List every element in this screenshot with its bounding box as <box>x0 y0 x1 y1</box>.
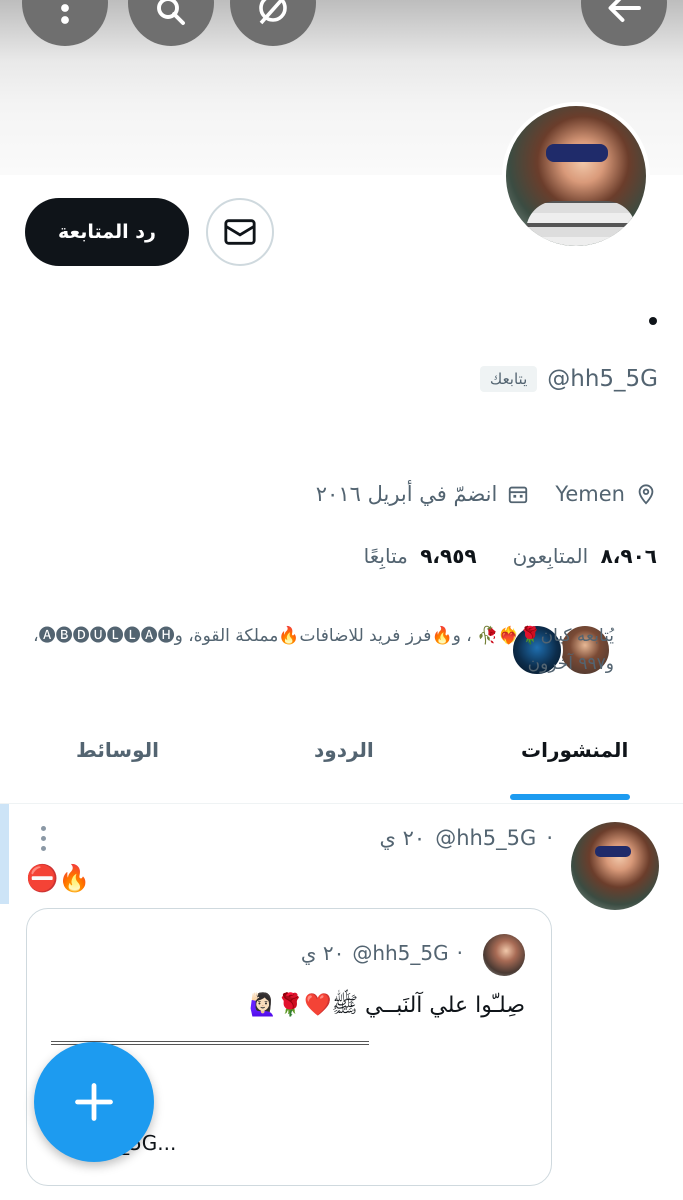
follow-back-button[interactable]: رد المتابعة <box>25 198 189 266</box>
more-button[interactable] <box>22 0 108 46</box>
profile-handle: @hh5_5G <box>547 366 658 392</box>
location-pin-icon <box>638 484 654 505</box>
quote-avatar <box>483 934 525 976</box>
following-count: ٩،٩٥٩ <box>420 544 477 568</box>
tab-replies[interactable]: الردود <box>314 738 374 762</box>
display-name <box>649 317 657 325</box>
profile-meta: Yemen انضمّ في أبريل ٢٠١٦ <box>298 482 657 506</box>
following-link[interactable]: ٩،٩٥٩ متابِعًا <box>364 544 477 568</box>
location: Yemen <box>555 482 657 506</box>
tweet-time[interactable]: ٢٠ ي <box>380 826 426 850</box>
quote-separator: · <box>456 941 463 965</box>
plus-icon <box>75 1083 113 1121</box>
tweet-header: · @hh5_5G ٢٠ ي <box>380 826 554 850</box>
tweet-avatar[interactable] <box>571 822 659 910</box>
tweet-handle[interactable]: @hh5_5G <box>435 826 536 850</box>
more-icon <box>61 4 69 24</box>
grok-icon <box>259 0 287 25</box>
location-text: Yemen <box>555 482 625 506</box>
tab-posts[interactable]: المنشورات <box>521 738 628 762</box>
tweet-text: ⛔🔥 <box>26 864 91 894</box>
followers-link[interactable]: ٨،٩٠٦ المتابِعون <box>513 544 657 568</box>
search-icon <box>157 0 185 25</box>
followers-count: ٨،٩٠٦ <box>600 544 657 568</box>
calendar-icon <box>509 486 528 504</box>
quote-time: ٢٠ ي <box>300 941 345 965</box>
avatar-shirt <box>526 201 636 246</box>
thread-accent-bar <box>0 804 9 904</box>
grok-button[interactable] <box>230 0 316 46</box>
back-button[interactable] <box>581 0 667 46</box>
envelope-icon <box>224 219 256 245</box>
profile-avatar[interactable] <box>502 102 650 250</box>
tab-media[interactable]: الوسائط <box>76 738 159 762</box>
more-icon <box>40 826 46 831</box>
profile-tabs: المنشورات الردود الوسائط <box>0 708 683 804</box>
followers-label: المتابِعون <box>512 544 589 568</box>
avatar-glasses <box>546 144 608 162</box>
avatar-glasses <box>595 846 631 857</box>
search-button[interactable] <box>128 0 214 46</box>
tweet-more-button[interactable] <box>38 826 48 856</box>
following-label: متابِعًا <box>363 544 408 568</box>
compose-button[interactable] <box>34 1042 154 1162</box>
join-date: انضمّ في أبريل ٢٠١٦ <box>316 482 530 506</box>
follow-counts: ٨،٩٠٦ المتابِعون ٩،٩٥٩ متابِعًا <box>364 544 657 568</box>
active-tab-indicator <box>510 794 630 800</box>
tweet-separator: · <box>546 826 553 850</box>
join-date-text: انضمّ في أبريل ٢٠١٦ <box>315 482 498 506</box>
followed-by-text[interactable]: يُتابعه كيان🌹❤️‍🔥🥀 ، و🔥فرز فريد للاضافات… <box>18 622 614 678</box>
follows-you-badge: يتابعك <box>479 366 538 392</box>
quote-text: صِلـّوا علي آلنَبــي ﷺ❤️🌹🙋🏻‍♀️ <box>249 993 525 1018</box>
message-button[interactable] <box>206 198 274 266</box>
quote-handle: @hh5_5G <box>352 941 449 965</box>
handle-row: @hh5_5G يتابعك <box>479 366 658 392</box>
back-arrow-icon <box>608 0 641 22</box>
quote-header: · @hh5_5G ٢٠ ي <box>301 941 463 965</box>
